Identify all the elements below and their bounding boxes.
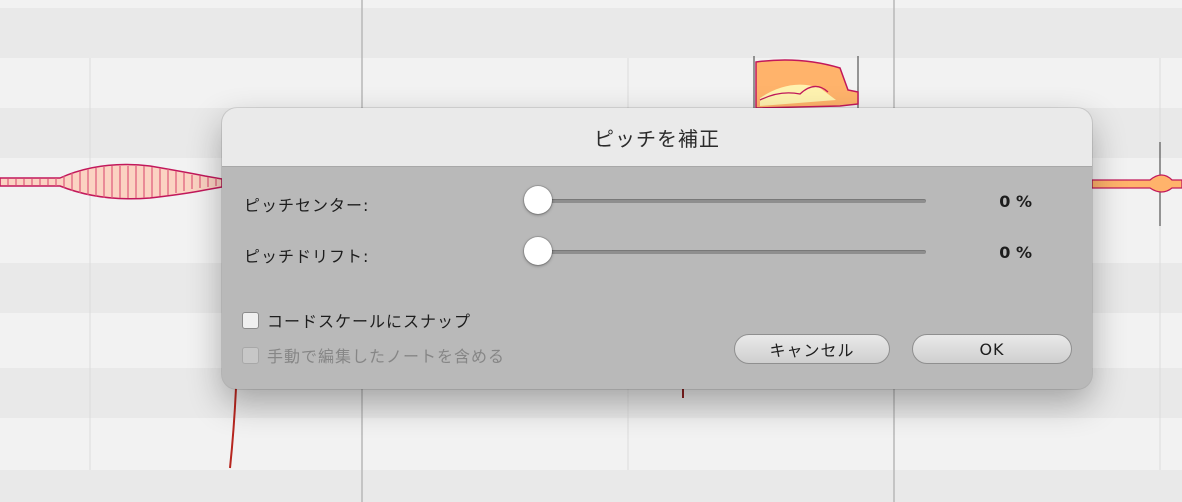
- pitch-center-slider-thumb[interactable]: [524, 186, 552, 214]
- dialog-title: ピッチを補正: [594, 126, 720, 151]
- pitch-drift-row: ピッチドリフト: 0 %: [222, 237, 1092, 267]
- snap-to-chord-scale-label: コードスケールにスナップ: [267, 312, 472, 331]
- include-manual-edits-label: 手動で編集したノートを含める: [267, 347, 506, 366]
- pitch-drift-value: 0 %: [999, 243, 1032, 262]
- pitch-center-label: ピッチセンター:: [244, 196, 370, 215]
- ok-button[interactable]: OK: [912, 334, 1072, 364]
- pitch-editor-canvas[interactable]: ピッチを補正 ピッチセンター: 0 % ピッチドリフト: 0 % コードスケール…: [0, 0, 1182, 502]
- pitch-center-value: 0 %: [999, 192, 1032, 211]
- cancel-button[interactable]: キャンセル: [734, 334, 890, 364]
- dialog-titlebar: ピッチを補正: [222, 108, 1092, 167]
- pitch-drift-label: ピッチドリフト:: [244, 247, 370, 266]
- snap-to-chord-scale-checkbox[interactable]: [242, 311, 259, 329]
- snap-to-chord-scale-option[interactable]: コードスケールにスナップ: [242, 308, 471, 332]
- pitch-drift-slider-thumb[interactable]: [524, 237, 552, 265]
- pitch-drift-slider-track[interactable]: [538, 250, 926, 254]
- correct-pitch-dialog: ピッチを補正 ピッチセンター: 0 % ピッチドリフト: 0 % コードスケール…: [222, 108, 1092, 389]
- pitch-center-slider-track[interactable]: [538, 199, 926, 203]
- include-manual-edits-checkbox: [242, 346, 259, 364]
- include-manual-edits-option: 手動で編集したノートを含める: [242, 343, 505, 367]
- pitch-center-row: ピッチセンター: 0 %: [222, 186, 1092, 216]
